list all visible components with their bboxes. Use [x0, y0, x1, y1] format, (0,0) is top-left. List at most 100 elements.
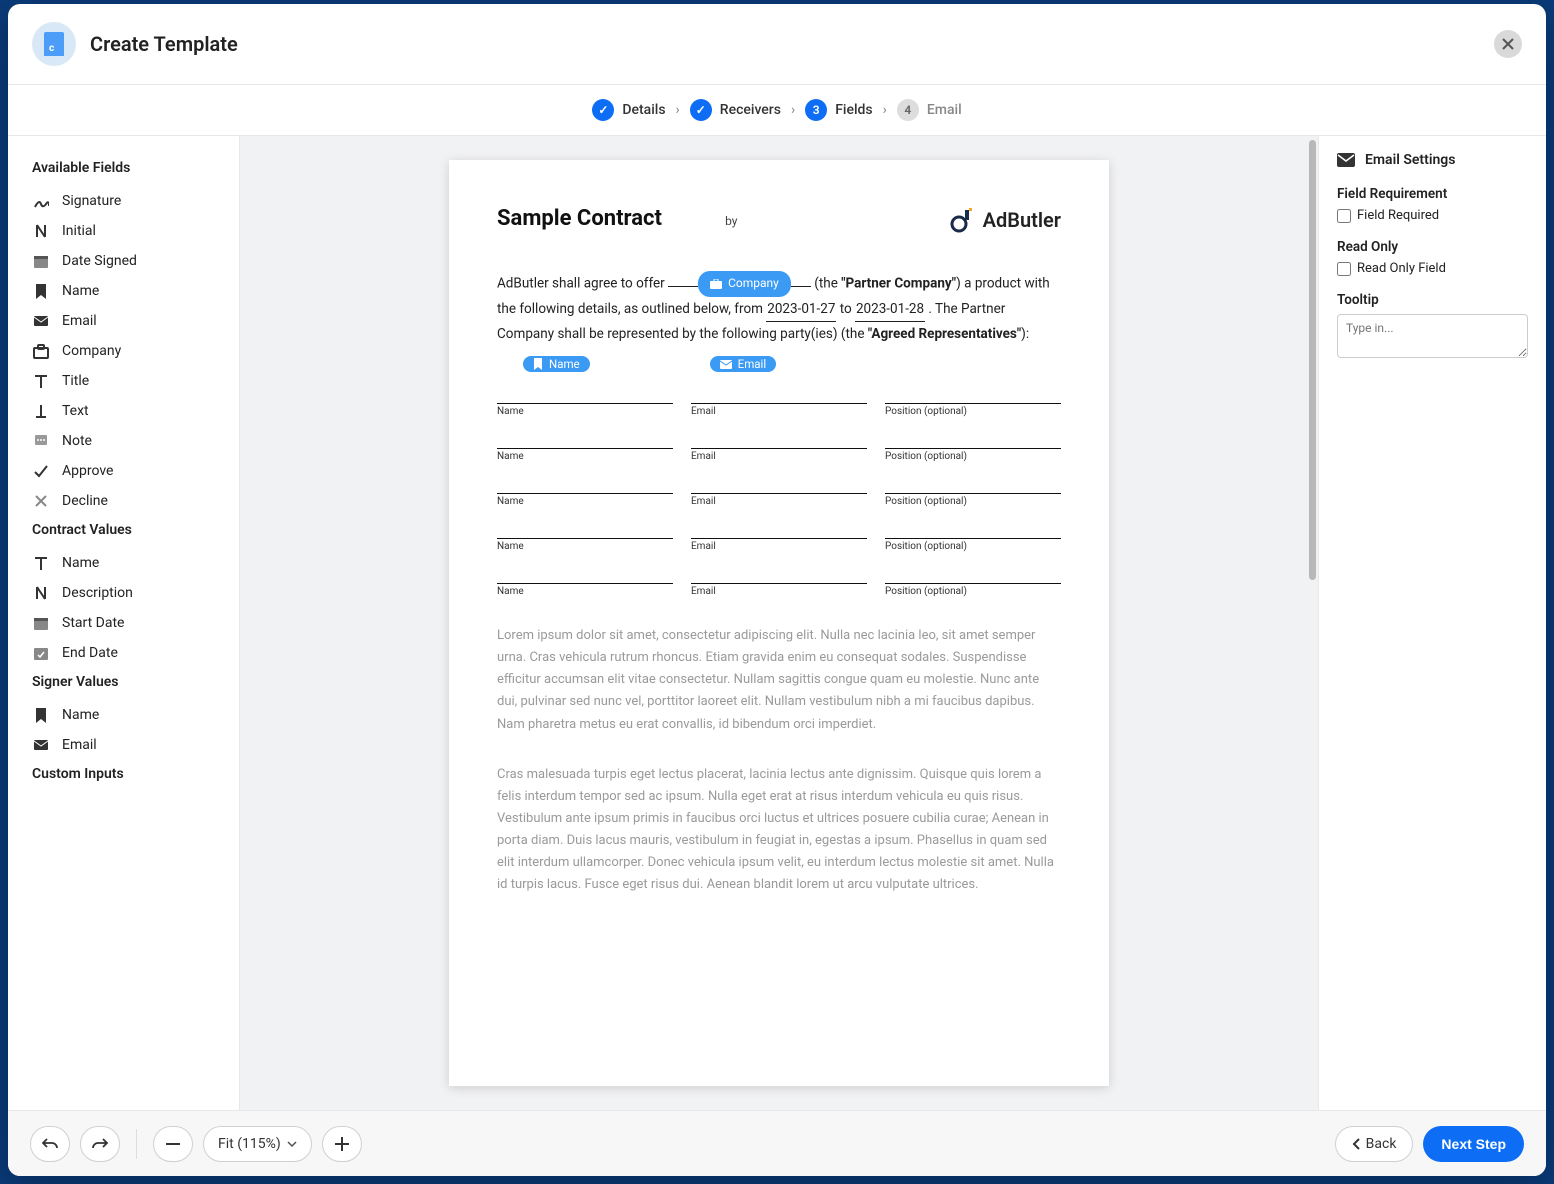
field-initial[interactable]: Initial [32, 216, 219, 246]
section-title: Custom Inputs [32, 766, 219, 782]
readonly-title: Read Only [1337, 239, 1528, 255]
step-email[interactable]: 4 Email [897, 99, 962, 121]
input-line[interactable] [497, 480, 673, 494]
field-company[interactable]: Company [32, 336, 219, 366]
field-approve[interactable]: Approve [32, 456, 219, 486]
column-label: Email [691, 541, 867, 552]
bookmark-icon [533, 358, 543, 370]
input-line[interactable] [885, 525, 1061, 539]
field-required-checkbox[interactable]: Field Required [1337, 208, 1528, 223]
doc-title: Sample Contract [497, 206, 662, 231]
input-line[interactable] [691, 570, 867, 584]
tooltip-input[interactable] [1337, 314, 1528, 358]
divider [136, 1129, 137, 1159]
plus-icon [335, 1137, 349, 1151]
field-text[interactable]: Text [32, 396, 219, 426]
signature-icon [32, 192, 50, 210]
next-step-button[interactable]: Next Step [1423, 1126, 1524, 1162]
input-line[interactable] [497, 435, 673, 449]
table-row: NameEmailPosition (optional) [497, 390, 1061, 417]
note-icon [32, 432, 50, 450]
chevron-right-icon: › [676, 102, 680, 118]
field-email[interactable]: Email [32, 306, 219, 336]
section-title: Signer Values [32, 674, 219, 690]
input-line[interactable] [497, 570, 673, 584]
input-line[interactable] [691, 390, 867, 404]
input-line[interactable] [885, 480, 1061, 494]
check-icon: ✓ [690, 99, 712, 121]
briefcase-icon [710, 279, 722, 289]
close-button[interactable] [1494, 30, 1522, 58]
column-label: Name [497, 406, 673, 417]
field-name[interactable]: Name [32, 700, 219, 730]
field-label: Text [62, 403, 89, 419]
enddate-icon [32, 644, 50, 662]
properties-header: Email Settings [1337, 152, 1528, 168]
field-note[interactable]: Note [32, 426, 219, 456]
input-line[interactable] [691, 525, 867, 539]
input-line[interactable] [885, 435, 1061, 449]
column-label: Position (optional) [885, 541, 1061, 552]
zoom-level-select[interactable]: Fit (115%) [203, 1126, 312, 1162]
field-title[interactable]: Title [32, 366, 219, 396]
section-title: Contract Values [32, 522, 219, 538]
zoom-in-button[interactable] [322, 1126, 362, 1162]
redo-button[interactable] [80, 1126, 120, 1162]
input-line[interactable] [885, 570, 1061, 584]
column-label: Name [497, 541, 673, 552]
field-label: Name [62, 555, 99, 571]
column-label: Position (optional) [885, 586, 1061, 597]
lorem-1: Lorem ipsum dolor sit amet, consectetur … [497, 625, 1061, 735]
field-description[interactable]: Description [32, 578, 219, 608]
input-line[interactable] [691, 480, 867, 494]
field-label: Signature [62, 193, 121, 209]
document-page: Sample Contract by AdButler AdButler sha… [449, 160, 1109, 1086]
undo-button[interactable] [30, 1126, 70, 1162]
date-to-value[interactable]: 2023-01-28 [855, 297, 925, 322]
chevron-down-icon [287, 1141, 297, 1147]
field-label: Initial [62, 223, 96, 239]
field-label: Name [62, 283, 99, 299]
lorem-2: Cras malesuada turpis eget lectus placer… [497, 764, 1061, 897]
field-date-signed[interactable]: Date Signed [32, 246, 219, 276]
tooltip-title: Tooltip [1337, 292, 1528, 308]
column-label: Name [497, 586, 673, 597]
column-label: Email [691, 406, 867, 417]
input-line[interactable] [497, 390, 673, 404]
zoom-out-button[interactable] [153, 1126, 193, 1162]
text-icon [32, 402, 50, 420]
mail-icon [720, 360, 732, 369]
column-label: Position (optional) [885, 496, 1061, 507]
field-decline[interactable]: Decline [32, 486, 219, 516]
name-field-chip[interactable]: Name [523, 356, 590, 372]
field-email[interactable]: Email [32, 730, 219, 760]
date-from-value[interactable]: 2023-01-27 [766, 297, 836, 322]
template-icon [32, 22, 76, 66]
canvas-scrollbar[interactable] [1306, 136, 1318, 1110]
field-signature[interactable]: Signature [32, 186, 219, 216]
step-receivers[interactable]: ✓ Receivers [690, 99, 781, 121]
field-name[interactable]: Name [32, 548, 219, 578]
input-line[interactable] [497, 525, 673, 539]
input-line[interactable] [691, 435, 867, 449]
initial-icon [32, 584, 50, 602]
email-field-chip[interactable]: Email [710, 356, 776, 372]
field-label: Description [62, 585, 133, 601]
field-start-date[interactable]: Start Date [32, 608, 219, 638]
table-row: Name Email Position (optional) [497, 525, 1061, 552]
field-requirement-title: Field Requirement [1337, 186, 1528, 202]
step-details[interactable]: ✓ Details [592, 99, 665, 121]
signers-table: Name Email Position (optional) Name Email Pos… [497, 390, 1061, 597]
field-end-date[interactable]: End Date [32, 638, 219, 668]
readonly-checkbox[interactable]: Read Only Field [1337, 261, 1528, 276]
field-name[interactable]: Name [32, 276, 219, 306]
company-field-chip[interactable]: Company [698, 271, 791, 297]
create-template-modal: Create Template ✓ Details › ✓ Receivers … [8, 4, 1546, 1176]
mail-icon [32, 736, 50, 754]
minus-icon [166, 1143, 180, 1145]
input-line[interactable] [885, 390, 1061, 404]
document-canvas[interactable]: Sample Contract by AdButler AdButler sha… [240, 136, 1318, 1110]
canvas-wrap: Sample Contract by AdButler AdButler sha… [240, 136, 1318, 1110]
back-button[interactable]: Back [1335, 1126, 1414, 1162]
step-fields[interactable]: 3 Fields [805, 99, 872, 121]
